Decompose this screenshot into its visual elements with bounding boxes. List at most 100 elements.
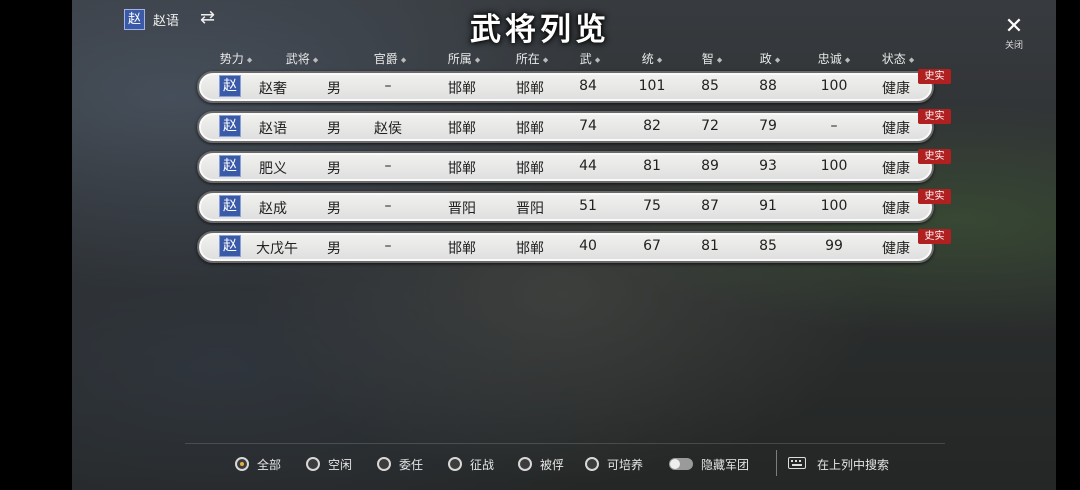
general-name: 大戊午 <box>256 241 298 257</box>
general-rank: – <box>384 78 392 94</box>
faction-chip: 赵 <box>219 235 241 257</box>
col-header-belong[interactable]: 所属 ◆ <box>448 50 480 67</box>
col-header-general[interactable]: 武将 ◆ <box>286 50 318 67</box>
stat-war: 84 <box>579 78 597 94</box>
stat-war: 51 <box>579 198 597 214</box>
radio-icon <box>448 457 462 471</box>
stat-lead: 75 <box>643 198 661 214</box>
general-gender: 男 <box>327 161 341 177</box>
radio-icon <box>585 457 599 471</box>
general-belong: 邯郸 <box>448 121 476 137</box>
general-row[interactable]: 赵 赵奢 男 – 邯郸 邯郸 84 101 85 88 100 健康 <box>197 71 934 103</box>
general-belong: 邯郸 <box>448 161 476 177</box>
general-row[interactable]: 赵 大戊午 男 – 邯郸 邯郸 40 67 81 85 99 健康 <box>197 231 934 263</box>
stat-pol: 91 <box>759 198 777 214</box>
historical-tag: 史实 <box>918 189 951 204</box>
filter-all[interactable]: 全部 <box>235 455 281 473</box>
general-name: 赵语 <box>259 121 287 137</box>
radio-icon <box>306 457 320 471</box>
general-belong: 邯郸 <box>448 81 476 97</box>
general-gender: 男 <box>327 121 341 137</box>
stat-loyalty: 99 <box>825 238 843 254</box>
stat-int: 81 <box>701 238 719 254</box>
col-header-status[interactable]: 状态 ◆ <box>882 50 914 67</box>
col-header-loyalty[interactable]: 忠诚 ◆ <box>818 50 850 67</box>
col-header-war[interactable]: 武 ◆ <box>580 50 600 67</box>
stat-pol: 85 <box>759 238 777 254</box>
column-headers: 势力 ◆ 武将 ◆ 官爵 ◆ 所属 ◆ 所在 ◆ 武 ◆ 统 ◆ 智 ◆ 政 ◆ 忠诚 ◆ 状态 ◆ <box>0 50 1080 68</box>
sort-icon: ◆ <box>716 55 723 64</box>
faction-chip: 赵 <box>219 115 241 137</box>
sort-icon: ◆ <box>908 55 915 64</box>
general-gender: 男 <box>327 201 341 217</box>
left-letterbox <box>0 0 72 490</box>
col-header-faction[interactable]: 势力 ◆ <box>220 50 252 67</box>
col-header-lead[interactable]: 统 ◆ <box>642 50 662 67</box>
general-gender: 男 <box>327 81 341 97</box>
col-header-int[interactable]: 智 ◆ <box>702 50 722 67</box>
search-in-list-button[interactable]: 在上列中搜索 <box>817 456 889 473</box>
toggle-switch-icon <box>669 458 693 470</box>
close-icon: ✕ <box>1004 14 1024 39</box>
historical-tag: 史实 <box>918 69 951 84</box>
general-name: 肥义 <box>259 161 287 177</box>
stat-pol: 88 <box>759 78 777 94</box>
general-status: 健康 <box>882 241 910 257</box>
filter-captured[interactable]: 被俘 <box>518 455 564 473</box>
filter-trainable[interactable]: 可培养 <box>585 455 643 473</box>
keyboard-icon[interactable] <box>788 457 806 469</box>
stat-lead: 82 <box>643 118 661 134</box>
radio-icon <box>518 457 532 471</box>
faction-chip: 赵 <box>219 195 241 217</box>
stat-int: 89 <box>701 158 719 174</box>
general-status: 健康 <box>882 161 910 177</box>
stat-loyalty: – <box>830 118 838 134</box>
stat-lead: 81 <box>643 158 661 174</box>
stat-pol: 79 <box>759 118 777 134</box>
general-location: 邯郸 <box>516 241 544 257</box>
stat-loyalty: 100 <box>820 198 848 214</box>
stat-war: 40 <box>579 238 597 254</box>
toggle-hide-army[interactable]: 隐藏军团 <box>669 455 749 473</box>
sort-icon: ◆ <box>844 55 851 64</box>
general-gender: 男 <box>327 241 341 257</box>
general-location: 邯郸 <box>516 121 544 137</box>
general-row[interactable]: 赵 赵语 男 赵侯 邯郸 邯郸 74 82 72 79 – 健康 <box>197 111 934 143</box>
sort-icon: ◆ <box>774 55 781 64</box>
historical-tag: 史实 <box>918 149 951 164</box>
right-letterbox <box>1056 0 1080 490</box>
general-belong: 邯郸 <box>448 241 476 257</box>
general-row[interactable]: 赵 赵成 男 – 晋阳 晋阳 51 75 87 91 100 健康 <box>197 191 934 223</box>
general-status: 健康 <box>882 121 910 137</box>
stat-war: 74 <box>579 118 597 134</box>
col-header-pol[interactable]: 政 ◆ <box>760 50 780 67</box>
general-name: 赵奢 <box>259 81 287 97</box>
general-row[interactable]: 赵 肥义 男 – 邯郸 邯郸 44 81 89 93 100 健康 <box>197 151 934 183</box>
bottom-divider-line <box>185 443 945 444</box>
col-header-rank[interactable]: 官爵 ◆ <box>374 50 406 67</box>
general-location: 晋阳 <box>516 201 544 217</box>
stat-int: 87 <box>701 198 719 214</box>
filter-appointed[interactable]: 委任 <box>377 455 423 473</box>
general-rank: – <box>384 158 392 174</box>
sort-icon: ◆ <box>474 55 481 64</box>
filter-divider <box>776 450 777 476</box>
general-location: 邯郸 <box>516 161 544 177</box>
historical-tag: 史实 <box>918 229 951 244</box>
page-title: 武将列览 <box>470 12 610 48</box>
filter-idle[interactable]: 空闲 <box>306 455 352 473</box>
filter-campaign[interactable]: 征战 <box>448 455 494 473</box>
stat-war: 44 <box>579 158 597 174</box>
general-rank: 赵侯 <box>374 121 402 137</box>
general-location: 邯郸 <box>516 81 544 97</box>
stat-loyalty: 100 <box>820 158 848 174</box>
general-name: 赵成 <box>259 201 287 217</box>
stat-pol: 93 <box>759 158 777 174</box>
stat-loyalty: 100 <box>820 78 848 94</box>
col-header-location[interactable]: 所在 ◆ <box>516 50 548 67</box>
faction-chip: 赵 <box>219 75 241 97</box>
sort-icon: ◆ <box>656 55 663 64</box>
historical-tag: 史实 <box>918 109 951 124</box>
general-belong: 晋阳 <box>448 201 476 217</box>
general-rank: – <box>384 238 392 254</box>
